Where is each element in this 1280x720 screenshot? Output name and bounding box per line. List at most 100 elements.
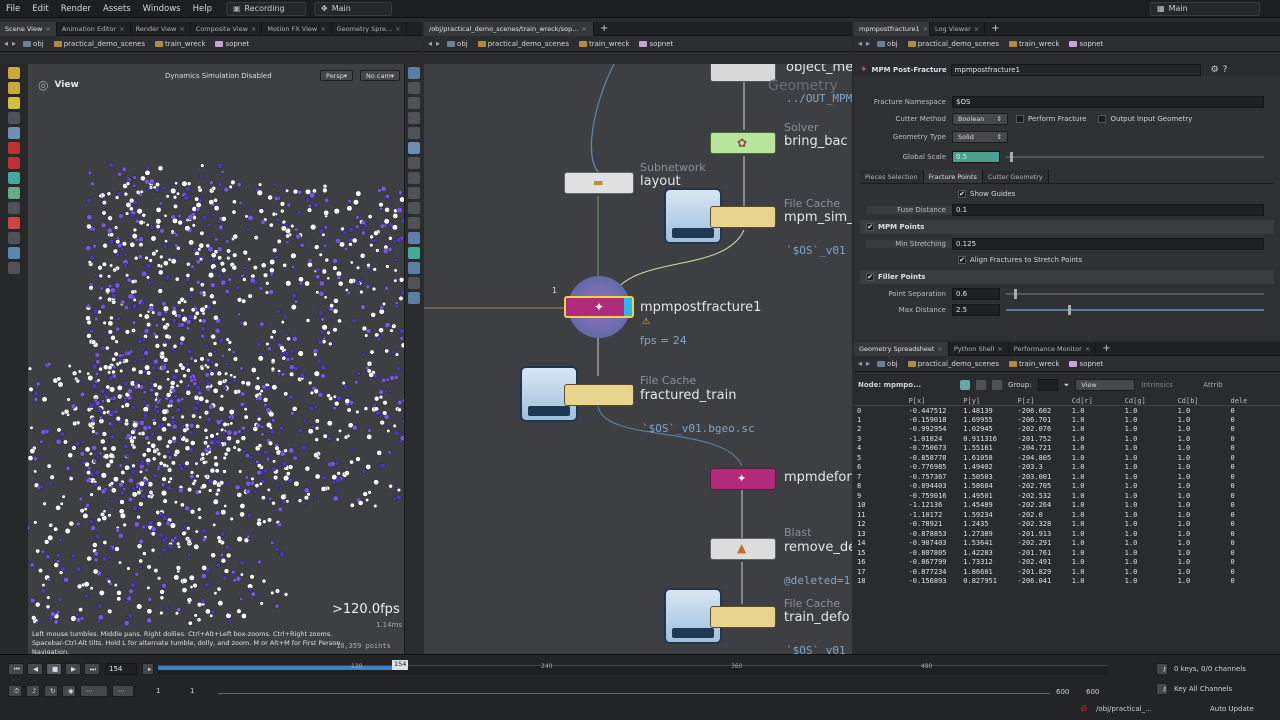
file-cache-2-label[interactable]: fractured_train xyxy=(640,388,736,403)
output-input-checkbox[interactable] xyxy=(1098,115,1107,123)
point-display-icon[interactable] xyxy=(407,157,420,169)
tab-network[interactable]: /obj/practical_demo_scenes/train_wreck/s… xyxy=(424,21,594,36)
slider-handle[interactable] xyxy=(1068,305,1071,315)
tab-fracture-points[interactable]: Fracture Points xyxy=(923,170,983,183)
rotate-tool-icon[interactable] xyxy=(8,157,20,169)
menu-windows[interactable]: Windows xyxy=(137,4,187,14)
select-tool-icon[interactable] xyxy=(8,67,20,79)
mpm-post-fracture-label[interactable]: mpmpostfracture1 xyxy=(640,300,761,315)
realtime-icon[interactable]: ⏱ xyxy=(8,685,22,697)
transform-tool-icon[interactable] xyxy=(8,82,20,94)
table-row[interactable]: 13 -0.878853 1.27389 -201.913 1.0 1.0 1.0 0 xyxy=(854,529,1280,539)
normals-icon[interactable] xyxy=(407,172,420,184)
arrow-tool-icon[interactable] xyxy=(8,112,20,124)
key-icon[interactable]: ⚷ xyxy=(1156,663,1168,675)
blast-label[interactable]: remove_de xyxy=(784,540,852,555)
tab-performance-monitor[interactable]: Performance Monitor × xyxy=(1009,341,1097,356)
desktop-dropdown[interactable]: ✥ Main xyxy=(313,1,392,16)
column-header[interactable]: Cd[g] xyxy=(1121,396,1175,406)
crumb-obj[interactable]: obj xyxy=(874,360,901,368)
column-header[interactable] xyxy=(854,396,906,406)
back-icon[interactable]: ◂ xyxy=(858,39,862,48)
file-cache-1-label[interactable]: mpm_sim_ xyxy=(784,210,852,225)
backface-icon[interactable] xyxy=(407,277,420,289)
mpm-points-checkbox[interactable]: ✔ xyxy=(866,223,874,231)
global-scale-slider[interactable] xyxy=(1006,152,1264,162)
add-tab-icon[interactable]: + xyxy=(991,23,999,34)
table-row[interactable]: 17 -0.877234 1.86601 -201.829 1.0 1.0 1.0 0 xyxy=(854,567,1280,577)
add-tab-icon[interactable]: + xyxy=(1102,343,1110,354)
solver-node[interactable]: ✿ xyxy=(710,132,776,154)
current-frame-marker[interactable]: 154 xyxy=(392,660,409,670)
help-icon[interactable]: ? xyxy=(1223,65,1228,75)
crumb-practical[interactable]: practical_demo_scenes xyxy=(475,40,572,48)
lock-tool-icon[interactable] xyxy=(8,127,20,139)
forward-icon[interactable]: ▸ xyxy=(12,39,16,48)
color-icon[interactable] xyxy=(407,247,420,259)
blast-node[interactable]: ▲ xyxy=(710,538,776,560)
column-header[interactable]: dele xyxy=(1227,396,1280,406)
key-all-icon[interactable]: ⚷ xyxy=(1156,683,1168,695)
back-icon[interactable]: ◂ xyxy=(428,39,432,48)
edit-tool-icon[interactable] xyxy=(8,202,20,214)
column-header[interactable]: P[y] xyxy=(960,396,1015,406)
menu-assets[interactable]: Assets xyxy=(97,4,137,14)
object-merge-label[interactable]: object_me xyxy=(786,64,852,75)
slider-handle[interactable] xyxy=(1010,152,1013,162)
primitives-mode-icon[interactable] xyxy=(992,380,1002,390)
min-stretching-field[interactable]: 0.125 xyxy=(952,238,1264,250)
subnet-label[interactable]: layout xyxy=(640,174,681,189)
network-editor[interactable]: object_me Geometry ../OUT_MPM Solver ✿ b… xyxy=(424,64,852,654)
tab-pieces-selection[interactable]: Pieces Selection xyxy=(860,170,924,183)
global-scale-field[interactable]: 0.5 xyxy=(952,151,1000,163)
column-header[interactable]: Cd[r] xyxy=(1068,396,1122,406)
go-start-icon[interactable]: ⏮ xyxy=(8,663,24,675)
spreadsheet-table[interactable]: P[x] P[y] P[z] Cd[r] Cd[g] Cd[b] dele 0 -0.4475… xyxy=(854,396,1280,586)
mpm-deform-node[interactable]: ✦ xyxy=(710,468,776,490)
no-cam-button[interactable]: No cam ▾ xyxy=(360,70,401,81)
end-frame-2[interactable]: 600 xyxy=(1086,688,1099,696)
table-row[interactable]: 6 -0.776985 1.49402 -203.3 1.0 1.0 1.0 0 xyxy=(854,463,1280,473)
table-row[interactable]: 12 -0.78921 1.2435 -202.328 1.0 1.0 1.0 0 xyxy=(854,520,1280,530)
tab-python-shell[interactable]: Python Shell × xyxy=(949,341,1009,356)
keys-icon[interactable]: ⋯ xyxy=(80,685,108,697)
subnet-node[interactable]: ▬ xyxy=(564,172,634,194)
frame-field[interactable]: 154 xyxy=(105,663,137,675)
uv-icon[interactable] xyxy=(407,187,420,199)
wire-icon[interactable] xyxy=(407,142,420,154)
magnet-tool-icon[interactable] xyxy=(8,217,20,229)
gear-icon[interactable]: ⚙ xyxy=(1211,65,1219,75)
cutter-method-dropdown[interactable]: Boolean ⇕ xyxy=(952,113,1008,125)
menu-edit[interactable]: Edit xyxy=(26,4,54,14)
table-row[interactable]: 18 -0.156893 0.827951 -206.041 1.0 1.0 1.0 0 xyxy=(854,577,1280,587)
render-tool-icon[interactable] xyxy=(8,262,20,274)
viewport[interactable]: ◎ View Dynamics Simulation Disabled Pers… xyxy=(28,64,404,654)
table-row[interactable]: 2 -0.992954 1.02945 -202.076 1.0 1.0 1.0 0 xyxy=(854,425,1280,435)
stop-icon[interactable]: ■ xyxy=(46,663,62,675)
tab-motion-fx[interactable]: Motion FX View × xyxy=(262,21,332,36)
snap-icon[interactable] xyxy=(407,202,420,214)
visualize-icon[interactable] xyxy=(407,262,420,274)
column-header[interactable]: P[z] xyxy=(1014,396,1069,406)
tab-scene-view[interactable]: Scene View × xyxy=(0,21,57,36)
scope-icon[interactable]: ⋯ xyxy=(112,685,134,697)
back-icon[interactable]: ◂ xyxy=(4,39,8,48)
add-tab-icon[interactable]: + xyxy=(600,23,608,34)
table-row[interactable]: 15 -0.807805 1.42283 -201.761 1.0 1.0 1.0 0 xyxy=(854,548,1280,558)
vertices-mode-icon[interactable] xyxy=(976,380,986,390)
mpm-deform-label[interactable]: mpmdefor xyxy=(784,470,852,485)
display-flag[interactable] xyxy=(624,298,632,316)
menu-help[interactable]: Help xyxy=(187,4,218,14)
crumb-sopnet[interactable]: sopnet xyxy=(636,40,676,48)
max-distance-field[interactable]: 2.5 xyxy=(952,304,1000,316)
start-frame-2[interactable]: 1 xyxy=(190,687,212,695)
crumb-obj[interactable]: obj xyxy=(444,40,471,48)
crumb-train-wreck[interactable]: train_wreck xyxy=(152,40,208,48)
step-back-icon[interactable]: ◀ xyxy=(27,663,43,675)
slider-handle[interactable] xyxy=(1014,289,1017,299)
tab-geometry-spreadsheet[interactable]: Geometry Spreadsheet × xyxy=(854,341,949,356)
end-frame[interactable]: 600 xyxy=(1056,688,1069,696)
play-icon[interactable]: ▶ xyxy=(65,663,81,675)
file-cache-3-node[interactable] xyxy=(710,606,776,628)
tab-parameters[interactable]: mpmpostfracture1 × xyxy=(854,21,930,36)
